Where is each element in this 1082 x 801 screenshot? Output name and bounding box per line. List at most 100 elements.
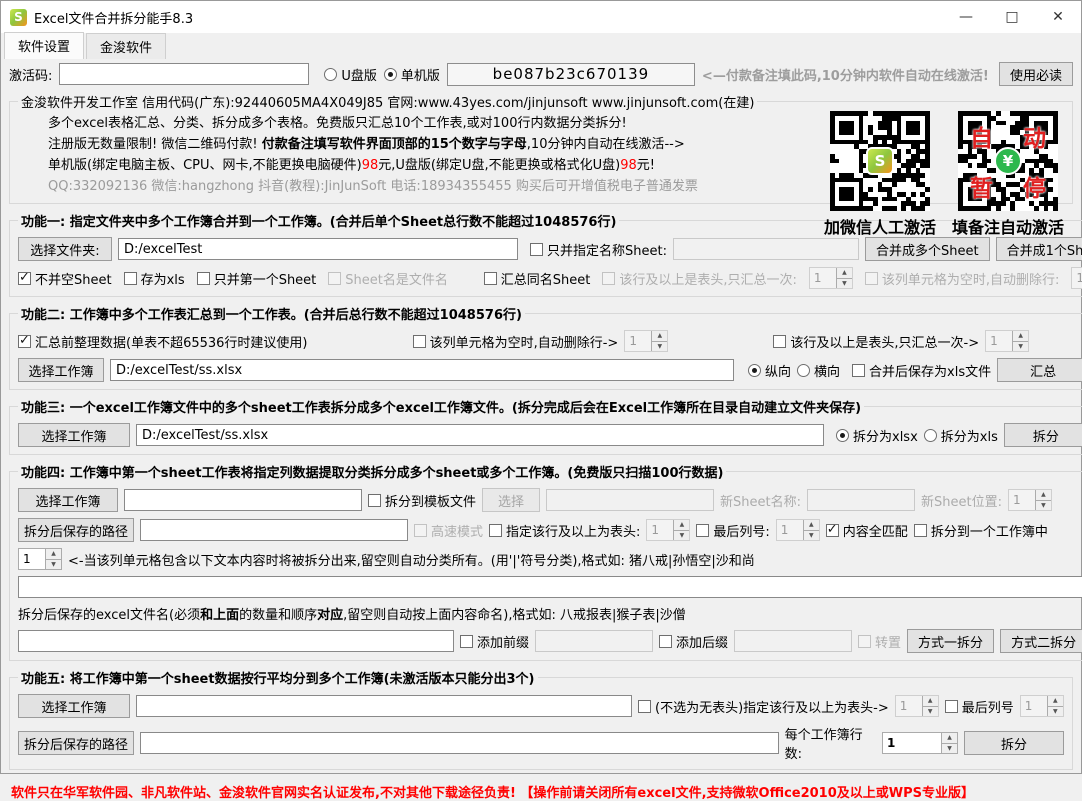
spinner-up-icon[interactable]	[1036, 490, 1051, 500]
spinner-down-icon[interactable]	[837, 278, 852, 289]
header-rows-checkbox[interactable]: 指定该行及以上为表头:	[489, 521, 640, 540]
delete-col-spinner[interactable]: 1	[624, 330, 668, 352]
spinner-arrows[interactable]	[803, 520, 819, 540]
checkbox-label: Sheet名是文件名	[345, 269, 448, 288]
spinner-up-icon[interactable]	[837, 268, 852, 278]
spinner-down-icon[interactable]	[674, 530, 689, 541]
file-names-input[interactable]	[18, 630, 454, 652]
spinner-arrows[interactable]	[1035, 490, 1051, 510]
delete-empty-row-checkbox[interactable]: 该列单元格为空时,自动删除行:	[865, 269, 1060, 288]
usb-version-radio[interactable]: U盘版	[324, 65, 377, 84]
spinner-down-icon[interactable]	[652, 341, 667, 352]
spinner-arrows[interactable]	[1047, 696, 1063, 716]
workbook-path-input[interactable]: D:/excelTest/ss.xlsx	[110, 359, 734, 381]
last-column-spinner[interactable]: 1	[776, 519, 820, 541]
workbook-path-input[interactable]	[136, 695, 632, 717]
full-match-checkbox[interactable]: 内容全匹配	[826, 521, 908, 540]
tab-software-settings[interactable]: 软件设置	[4, 32, 84, 59]
split-to-template-checkbox[interactable]: 拆分到模板文件	[368, 491, 476, 510]
delete-empty-row-checkbox[interactable]: 该列单元格为空时,自动删除行->	[413, 332, 619, 351]
spinner-down-icon[interactable]	[1048, 706, 1063, 717]
spinner-up-icon[interactable]	[923, 696, 938, 706]
machine-code-box[interactable]: be087b23c670139	[447, 63, 695, 86]
named-sheet-checkbox[interactable]: 只并指定名称Sheet:	[530, 240, 667, 259]
new-sheet-position-spinner[interactable]: 1	[1008, 489, 1052, 511]
skip-empty-sheet-checkbox[interactable]: 不并空Sheet	[18, 269, 112, 288]
spinner-arrows[interactable]	[836, 268, 852, 288]
standalone-version-radio[interactable]: 单机版	[384, 65, 440, 84]
activation-code-input[interactable]	[59, 63, 309, 85]
rows-per-workbook-spinner[interactable]: 1	[882, 732, 958, 754]
merge-multi-sheet-button[interactable]: 合并成多个Sheet	[865, 237, 990, 261]
spinner-up-icon[interactable]	[652, 331, 667, 341]
save-path-input[interactable]	[140, 519, 408, 541]
select-workbook-button[interactable]: 选择工作簿	[18, 423, 130, 447]
folder-path-input[interactable]: D:/excelTest	[118, 238, 518, 260]
last-column-spinner[interactable]: 1	[1020, 695, 1064, 717]
header-row-spinner[interactable]: 1	[646, 519, 690, 541]
add-suffix-checkbox[interactable]: 添加后缀	[659, 632, 728, 651]
workbook-path-input[interactable]: D:/excelTest/ss.xlsx	[136, 424, 824, 446]
spinner-arrows[interactable]	[922, 696, 938, 716]
split-method2-button[interactable]: 方式二拆分	[1000, 629, 1082, 653]
select-workbook-button[interactable]: 选择工作簿	[18, 358, 104, 382]
workbook-path-input[interactable]	[124, 489, 362, 511]
merge-same-name-sheet-checkbox[interactable]: 汇总同名Sheet	[484, 269, 591, 288]
spinner-down-icon[interactable]	[1036, 500, 1051, 511]
spinner-up-icon[interactable]	[46, 549, 61, 559]
last-column-checkbox[interactable]: 最后列号	[945, 697, 1014, 716]
delete-col-spinner[interactable]: 1	[1071, 267, 1082, 289]
save-path-input[interactable]	[140, 732, 779, 754]
split-method1-button[interactable]: 方式一拆分	[907, 629, 994, 653]
split-xlsx-radio[interactable]: 拆分为xlsx	[836, 426, 918, 445]
header-rows-once-checkbox[interactable]: 该行及以上是表头,只汇总一次:	[602, 269, 797, 288]
maximize-button[interactable]: □	[989, 1, 1035, 33]
split-button[interactable]: 拆分	[964, 731, 1064, 755]
split-button[interactable]: 拆分	[1004, 423, 1082, 447]
spinner-up-icon[interactable]	[1048, 696, 1063, 706]
select-workbook-button[interactable]: 选择工作簿	[18, 488, 118, 512]
first-sheet-only-checkbox[interactable]: 只并第一个Sheet	[197, 269, 317, 288]
vertical-radio[interactable]: 纵向	[748, 361, 791, 380]
sum-button[interactable]: 汇总	[997, 358, 1082, 382]
save-as-xls-checkbox[interactable]: 合并后保存为xls文件	[852, 361, 991, 380]
spinner-up-icon[interactable]	[942, 733, 957, 743]
spinner-up-icon[interactable]	[804, 520, 819, 530]
select-workbook-button[interactable]: 选择工作簿	[18, 694, 130, 718]
spinner-down-icon[interactable]	[804, 530, 819, 541]
close-button[interactable]: ✕	[1035, 1, 1081, 33]
named-sheet-input[interactable]	[673, 238, 859, 260]
split-xls-radio[interactable]: 拆分为xls	[924, 426, 998, 445]
spinner-down-icon[interactable]	[923, 706, 938, 717]
save-path-button[interactable]: 拆分后保存的路径	[18, 731, 134, 755]
spinner-arrows[interactable]	[673, 520, 689, 540]
select-folder-button[interactable]: 选择文件夹:	[18, 237, 112, 261]
clean-before-sum-checkbox[interactable]: 汇总前整理数据(单表不超65536行时建议使用)	[18, 332, 308, 351]
tab-jinjun-software[interactable]: 金浚软件	[86, 33, 166, 59]
spinner-down-icon[interactable]	[942, 743, 957, 754]
header-row-spinner[interactable]: 1	[985, 330, 1029, 352]
spinner-arrows[interactable]	[941, 733, 957, 753]
split-keywords-input[interactable]	[18, 576, 1082, 598]
header-row-spinner[interactable]: 1	[809, 267, 853, 289]
spinner-arrows[interactable]	[651, 331, 667, 351]
merge-one-sheet-button[interactable]: 合并成1个Sheet	[996, 237, 1082, 261]
spinner-arrows[interactable]	[45, 549, 61, 569]
spinner-down-icon[interactable]	[1013, 341, 1028, 352]
last-column-checkbox[interactable]: 最后列号:	[696, 521, 769, 540]
spinner-down-icon[interactable]	[46, 559, 61, 570]
horizontal-radio[interactable]: 横向	[797, 361, 840, 380]
header-row-spinner[interactable]: 1	[895, 695, 939, 717]
spinner-arrows[interactable]	[1012, 331, 1028, 351]
spinner-up-icon[interactable]	[674, 520, 689, 530]
save-path-button[interactable]: 拆分后保存的路径	[18, 518, 134, 542]
header-rows-checkbox[interactable]: (不选为无表头)指定该行及以上为表头->	[638, 697, 889, 716]
minimize-button[interactable]: —	[943, 1, 989, 33]
readme-button[interactable]: 使用必读	[999, 62, 1073, 86]
add-prefix-checkbox[interactable]: 添加前缀	[460, 632, 529, 651]
save-as-xls-checkbox[interactable]: 存为xls	[124, 269, 185, 288]
header-rows-once-checkbox[interactable]: 该行及以上是表头,只汇总一次->	[773, 332, 979, 351]
column-number-spinner[interactable]: 1	[18, 548, 62, 570]
split-to-one-workbook-checkbox[interactable]: 拆分到一个工作簿中	[914, 521, 1048, 540]
spinner-up-icon[interactable]	[1013, 331, 1028, 341]
